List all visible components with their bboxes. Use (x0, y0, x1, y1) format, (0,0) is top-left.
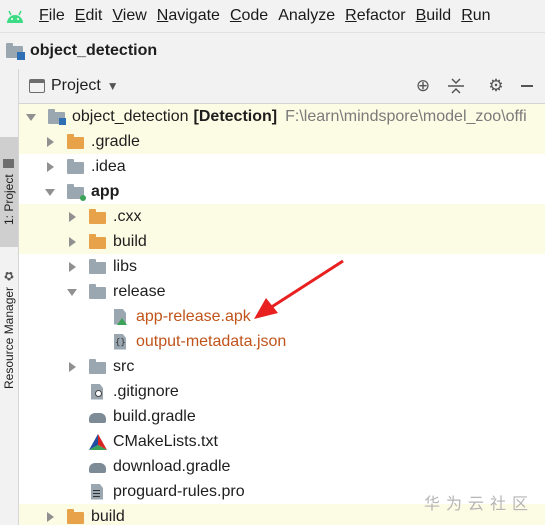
watermark: 华为云社区 (424, 496, 535, 513)
red-pointer-arrow (254, 259, 344, 319)
